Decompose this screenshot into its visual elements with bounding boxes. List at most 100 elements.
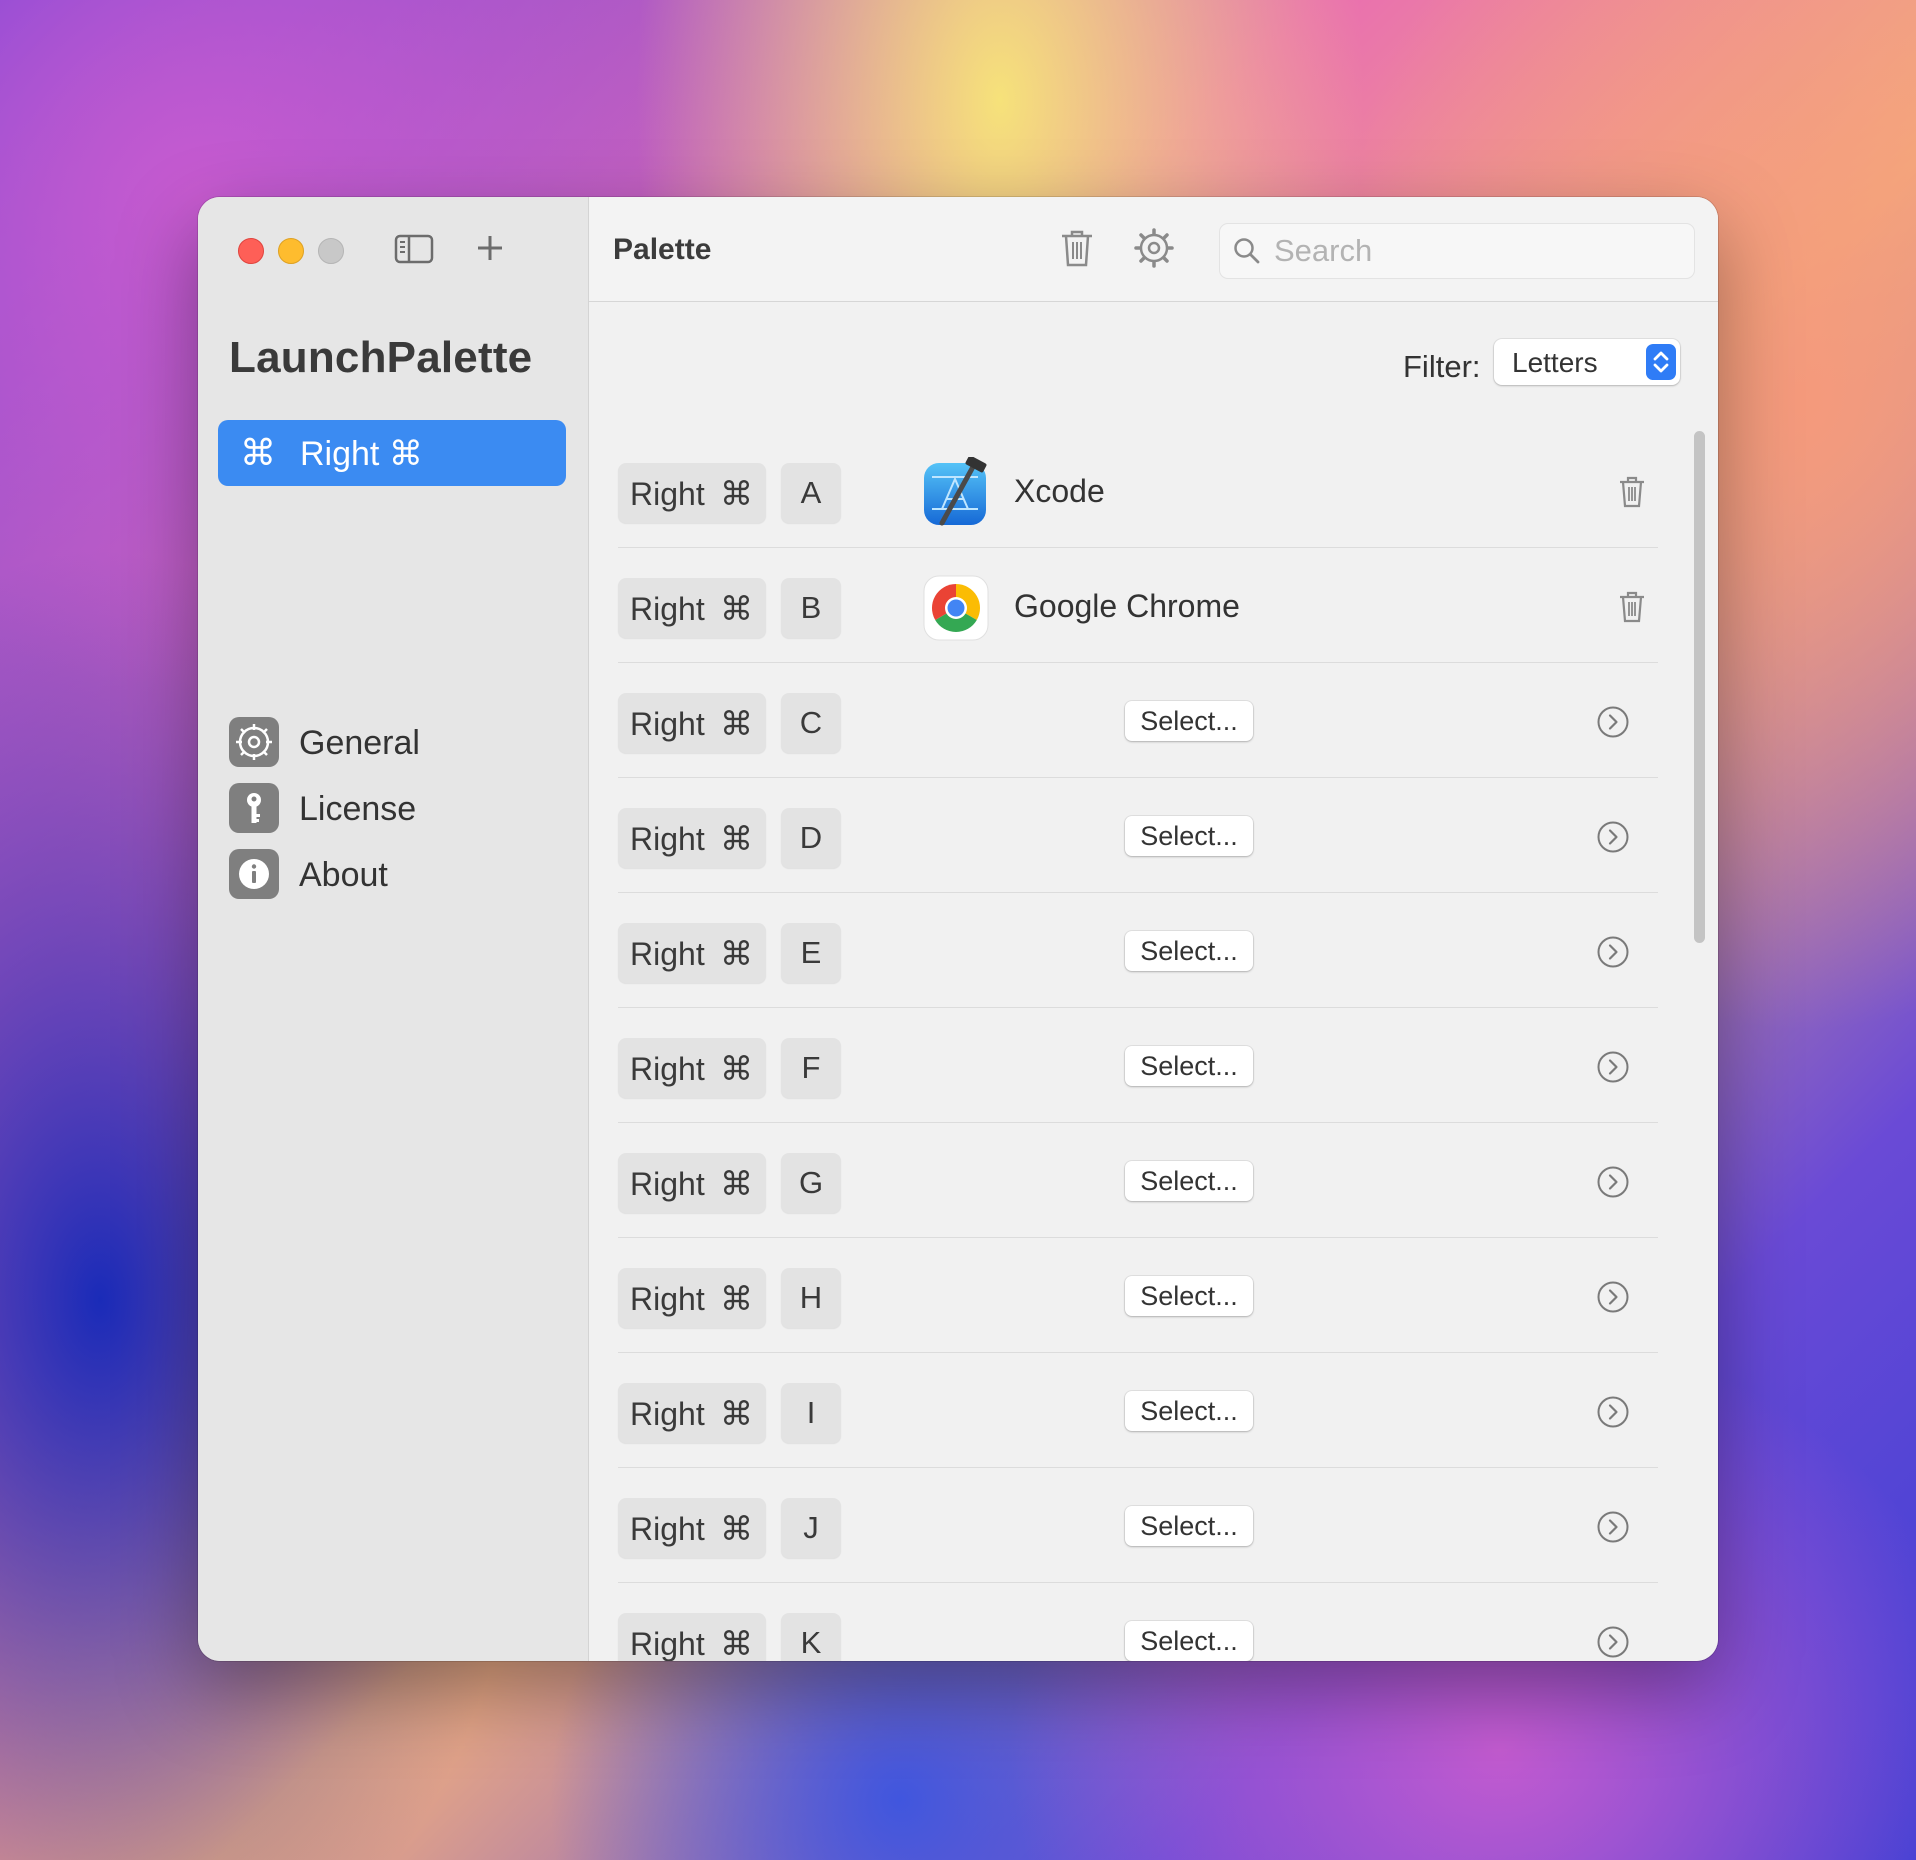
command-icon: ⌘ — [720, 705, 753, 742]
filter-value: Letters — [1512, 347, 1598, 378]
trash-icon[interactable] — [1618, 590, 1646, 624]
sidebar: LaunchPalette ⌘ Right ⌘ General License … — [198, 197, 589, 1661]
app-window: LaunchPalette ⌘ Right ⌘ General License … — [198, 197, 1718, 1661]
chevron-right-circle-icon[interactable] — [1596, 1395, 1630, 1429]
chevron-right-circle-icon[interactable] — [1596, 1280, 1630, 1314]
scrollbar-thumb[interactable] — [1694, 431, 1705, 943]
modifier-label: Right — [630, 1626, 705, 1661]
main-pane: Palette Search Filter: Letters Right ⌘ A… — [589, 197, 1718, 1661]
command-icon: ⌘ — [720, 935, 753, 972]
modifier-key: Right ⌘ — [618, 923, 766, 983]
select-app-button[interactable]: Select... — [1125, 1391, 1253, 1431]
modifier-label: Right — [630, 476, 705, 512]
modifier-key: Right ⌘ — [618, 1383, 766, 1443]
modifier-key: Right ⌘ — [618, 1498, 766, 1558]
modifier-label: Right — [630, 1166, 705, 1202]
chevron-right-circle-icon[interactable] — [1596, 1165, 1630, 1199]
letter-key: F — [781, 1038, 841, 1098]
sidebar-item-label: License — [299, 790, 417, 828]
chevron-right-circle-icon[interactable] — [1596, 935, 1630, 969]
sidebar-item-label: Right ⌘ — [300, 435, 423, 473]
select-app-button[interactable]: Select... — [1125, 701, 1253, 741]
shortcut-row: Right ⌘ J Select... — [618, 1468, 1658, 1583]
shortcut-row: Right ⌘ C Select... — [618, 663, 1658, 778]
chrome-app-icon — [923, 575, 989, 641]
sidebar-toggle-icon[interactable] — [394, 233, 434, 265]
search-icon — [1234, 238, 1260, 264]
select-app-button[interactable]: Select... — [1125, 1621, 1253, 1661]
letter-key: H — [781, 1268, 841, 1328]
modifier-key: Right ⌘ — [618, 808, 766, 868]
select-app-button[interactable]: Select... — [1125, 931, 1253, 971]
settings-gear-icon[interactable] — [1133, 227, 1175, 269]
modifier-label: Right — [630, 706, 705, 742]
shortcut-row: Right ⌘ K Select... — [618, 1583, 1658, 1661]
select-app-button[interactable]: Select... — [1125, 1276, 1253, 1316]
letter-key: G — [781, 1153, 841, 1213]
modifier-key: Right ⌘ — [618, 463, 766, 523]
select-app-button[interactable]: Select... — [1125, 1046, 1253, 1086]
shortcut-row: Right ⌘ E Select... — [618, 893, 1658, 1008]
command-icon: ⌘ — [720, 1165, 753, 1202]
sidebar-item-about[interactable]: About — [229, 847, 569, 901]
xcode-app-icon — [924, 457, 987, 526]
key-icon — [229, 783, 279, 833]
command-icon: ⌘ — [720, 1625, 753, 1661]
gear-icon — [229, 717, 279, 767]
modifier-key: Right ⌘ — [618, 1613, 766, 1661]
modifier-label: Right — [630, 1051, 705, 1087]
app-title: LaunchPalette — [229, 333, 533, 382]
letter-key: A — [781, 463, 841, 523]
shortcut-row: Right ⌘ B Google Chrome — [618, 548, 1658, 663]
modifier-label: Right — [630, 1281, 705, 1317]
trash-icon[interactable] — [1618, 475, 1646, 509]
command-icon: ⌘ — [720, 1050, 753, 1087]
page-title: Palette — [613, 233, 712, 266]
minimize-button[interactable] — [278, 238, 304, 264]
select-app-button[interactable]: Select... — [1125, 1161, 1253, 1201]
add-icon[interactable] — [474, 230, 506, 266]
chevron-up-down-icon — [1646, 344, 1676, 380]
shortcut-row: Right ⌘ F Select... — [618, 1008, 1658, 1123]
modifier-label: Right — [630, 936, 705, 972]
modifier-key: Right ⌘ — [618, 1153, 766, 1213]
shortcut-row: Right ⌘ H Select... — [618, 1238, 1658, 1353]
command-icon: ⌘ — [720, 590, 753, 627]
select-app-button[interactable]: Select... — [1125, 816, 1253, 856]
modifier-label: Right — [630, 1511, 705, 1547]
sidebar-item-label: General — [299, 724, 420, 762]
sidebar-item-label: About — [299, 856, 388, 894]
modifier-key: Right ⌘ — [618, 1268, 766, 1328]
command-icon: ⌘ — [720, 820, 753, 857]
sidebar-item-general[interactable]: General — [229, 715, 569, 769]
modifier-key: Right ⌘ — [618, 578, 766, 638]
sidebar-item-right-command[interactable]: ⌘ Right ⌘ — [218, 420, 566, 486]
zoom-button[interactable] — [318, 238, 344, 264]
chevron-right-circle-icon[interactable] — [1596, 820, 1630, 854]
command-icon: ⌘ — [240, 432, 276, 473]
shortcut-row: Right ⌘ I Select... — [618, 1353, 1658, 1468]
modifier-label: Right — [630, 591, 705, 627]
search-input[interactable] — [1272, 232, 1676, 270]
chevron-right-circle-icon[interactable] — [1596, 705, 1630, 739]
chevron-right-circle-icon[interactable] — [1596, 1510, 1630, 1544]
filter-dropdown[interactable]: Letters — [1494, 339, 1680, 385]
letter-key: C — [781, 693, 841, 753]
letter-key: I — [781, 1383, 841, 1443]
sidebar-item-license[interactable]: License — [229, 781, 569, 835]
info-icon — [229, 849, 279, 899]
select-app-button[interactable]: Select... — [1125, 1506, 1253, 1546]
command-icon: ⌘ — [720, 1280, 753, 1317]
shortcut-list: Right ⌘ A Xcode Right ⌘ B Google Chrome … — [618, 433, 1658, 1661]
toolbar: Palette — [589, 197, 1718, 302]
trash-icon[interactable] — [1059, 227, 1095, 269]
command-icon: ⌘ — [720, 1395, 753, 1432]
close-button[interactable] — [238, 238, 264, 264]
letter-key: J — [781, 1498, 841, 1558]
chevron-right-circle-icon[interactable] — [1596, 1625, 1630, 1659]
chevron-right-circle-icon[interactable] — [1596, 1050, 1630, 1084]
filter-label: Filter: — [1403, 349, 1481, 384]
search-field[interactable] — [1219, 223, 1695, 279]
modifier-label: Right — [630, 821, 705, 857]
modifier-key: Right ⌘ — [618, 1038, 766, 1098]
